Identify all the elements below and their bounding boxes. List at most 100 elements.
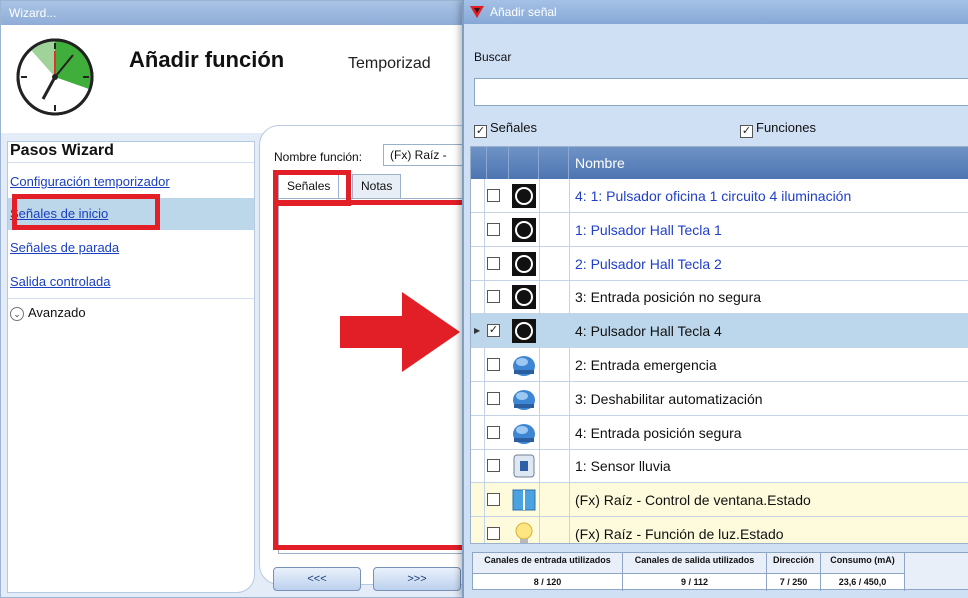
row-indicator xyxy=(471,246,485,281)
steps-heading: Pasos Wizard xyxy=(10,142,114,159)
column-divider xyxy=(569,483,570,518)
column-divider xyxy=(569,449,570,484)
arrow-right-icon xyxy=(340,292,460,372)
grid-row[interactable]: 3: Deshabilitar automatización xyxy=(471,381,968,416)
checkbox-checked-icon: ✓ xyxy=(474,125,487,138)
function-name-label: Nombre función: xyxy=(274,150,363,164)
row-checkbox[interactable] xyxy=(487,358,500,371)
row-checkbox[interactable] xyxy=(487,425,500,439)
row-checkbox[interactable] xyxy=(487,222,500,236)
column-divider xyxy=(539,179,540,213)
row-checkbox[interactable] xyxy=(487,493,500,507)
grid-row[interactable]: 4: 1: Pulsador oficina 1 circuito 4 ilum… xyxy=(471,179,968,213)
filter-functions-label: Funciones xyxy=(756,120,816,135)
row-label: 1: Sensor lluvia xyxy=(575,458,671,475)
add-signal-dialog: Añadir señal Buscar ✓ Señales ✓ Funciones … xyxy=(462,0,968,598)
filter-signals-checkbox[interactable]: ✓ Señales xyxy=(474,120,537,138)
grid-row[interactable]: 1: Sensor lluvia xyxy=(471,449,968,484)
grid-row[interactable]: (Fx) Raíz - Función de luz.Estado xyxy=(471,517,968,543)
previous-button[interactable]: <<< xyxy=(273,567,361,591)
status-value: 9 / 112 xyxy=(623,573,766,589)
row-checkbox[interactable] xyxy=(487,256,500,270)
filter-functions-checkbox[interactable]: ✓ Funciones xyxy=(740,120,816,138)
function-name-field[interactable]: (Fx) Raíz - xyxy=(383,144,473,166)
divider xyxy=(8,162,254,163)
row-indicator xyxy=(471,212,485,247)
grid-row[interactable]: 2: Entrada emergencia xyxy=(471,348,968,382)
column-divider xyxy=(569,517,570,543)
header-icon-cell xyxy=(509,147,539,179)
row-label: 3: Entrada posición no segura xyxy=(575,289,762,306)
row-indicator xyxy=(471,280,485,315)
search-label: Buscar xyxy=(474,50,512,64)
status-output-channels: Canales de salida utilizados 9 / 112 xyxy=(623,553,767,591)
row-indicator xyxy=(471,483,485,518)
advanced-label: Avanzado xyxy=(28,305,86,320)
wizard-titlebar: Wizard... xyxy=(1,1,469,25)
status-value: 8 / 120 xyxy=(473,573,622,589)
column-divider xyxy=(539,280,540,315)
grid-header: Nombre xyxy=(471,147,968,179)
filter-signals-label: Señales xyxy=(490,120,537,135)
column-divider xyxy=(569,246,570,281)
row-label: 2: Pulsador Hall Tecla 2 xyxy=(575,255,722,272)
window-icon xyxy=(511,487,537,513)
row-checkbox[interactable] xyxy=(487,527,500,540)
row-checkbox[interactable] xyxy=(487,189,500,202)
status-header: Canales de salida utilizados xyxy=(634,555,755,565)
row-indicator xyxy=(471,179,485,213)
column-divider xyxy=(569,212,570,247)
column-divider xyxy=(539,517,540,543)
dome-blue-icon xyxy=(511,420,537,446)
status-header: Canales de entrada utilizados xyxy=(484,555,611,565)
column-divider xyxy=(539,449,540,484)
column-divider xyxy=(569,314,570,349)
search-input[interactable] xyxy=(474,78,968,106)
header-indicator-cell xyxy=(471,147,487,179)
column-divider xyxy=(569,348,570,382)
grid-row[interactable]: 1: Pulsador Hall Tecla 1 xyxy=(471,212,968,247)
tab-notes[interactable]: Notas xyxy=(352,174,402,198)
wizard-title: Añadir función xyxy=(129,47,285,72)
row-checkbox[interactable]: ✓ xyxy=(487,324,500,338)
row-indicator xyxy=(471,348,485,382)
step-stop-signals[interactable]: Señales de parada xyxy=(8,232,254,264)
next-button[interactable]: >>> xyxy=(373,567,461,591)
dialog-titlebar: Añadir señal xyxy=(464,0,968,24)
step-controlled-output[interactable]: Salida controlada xyxy=(8,266,254,298)
rain-sensor-icon xyxy=(511,453,537,479)
grid-row[interactable]: 2: Pulsador Hall Tecla 2 xyxy=(471,246,968,281)
column-divider xyxy=(569,415,570,450)
row-label: (Fx) Raíz - Control de ventana.Estado xyxy=(575,492,811,509)
row-checkbox[interactable] xyxy=(487,459,500,473)
column-divider xyxy=(569,280,570,315)
app-logo-icon xyxy=(470,6,484,18)
row-label: 4: Entrada posición segura xyxy=(575,424,742,441)
row-checkbox[interactable] xyxy=(487,290,500,304)
column-divider xyxy=(539,212,540,247)
row-indicator xyxy=(471,449,485,484)
divider xyxy=(8,298,254,299)
status-consumption: Consumo (mA) 23,6 / 450,0 xyxy=(821,553,905,591)
column-divider xyxy=(539,415,540,450)
status-header: Consumo (mA) xyxy=(830,555,895,565)
row-checkbox[interactable] xyxy=(487,391,500,405)
status-address: Dirección 7 / 250 xyxy=(767,553,821,591)
row-label: 3: Deshabilitar automatización xyxy=(575,390,763,407)
column-header-name[interactable]: Nombre xyxy=(569,147,625,179)
dome-blue-icon xyxy=(511,386,537,412)
advanced-expander[interactable]: ⌄ Avanzado xyxy=(10,305,86,321)
row-indicator xyxy=(471,415,485,450)
column-divider xyxy=(569,179,570,213)
grid-row[interactable]: ▶ ✓ 4: Pulsador Hall Tecla 4 xyxy=(471,314,968,349)
row-indicator xyxy=(471,381,485,416)
status-input-channels: Canales de entrada utilizados 8 / 120 xyxy=(473,553,623,591)
row-label: 4: Pulsador Hall Tecla 4 xyxy=(575,323,722,340)
status-value: 23,6 / 450,0 xyxy=(821,573,904,589)
grid-row[interactable]: 3: Entrada posición no segura xyxy=(471,280,968,315)
grid-row[interactable]: 4: Entrada posición segura xyxy=(471,415,968,450)
grid-row[interactable]: (Fx) Raíz - Control de ventana.Estado xyxy=(471,483,968,518)
pushbutton-black-icon xyxy=(511,318,537,344)
row-label: (Fx) Raíz - Función de luz.Estado xyxy=(575,526,784,542)
dome-blue-icon xyxy=(511,352,537,378)
